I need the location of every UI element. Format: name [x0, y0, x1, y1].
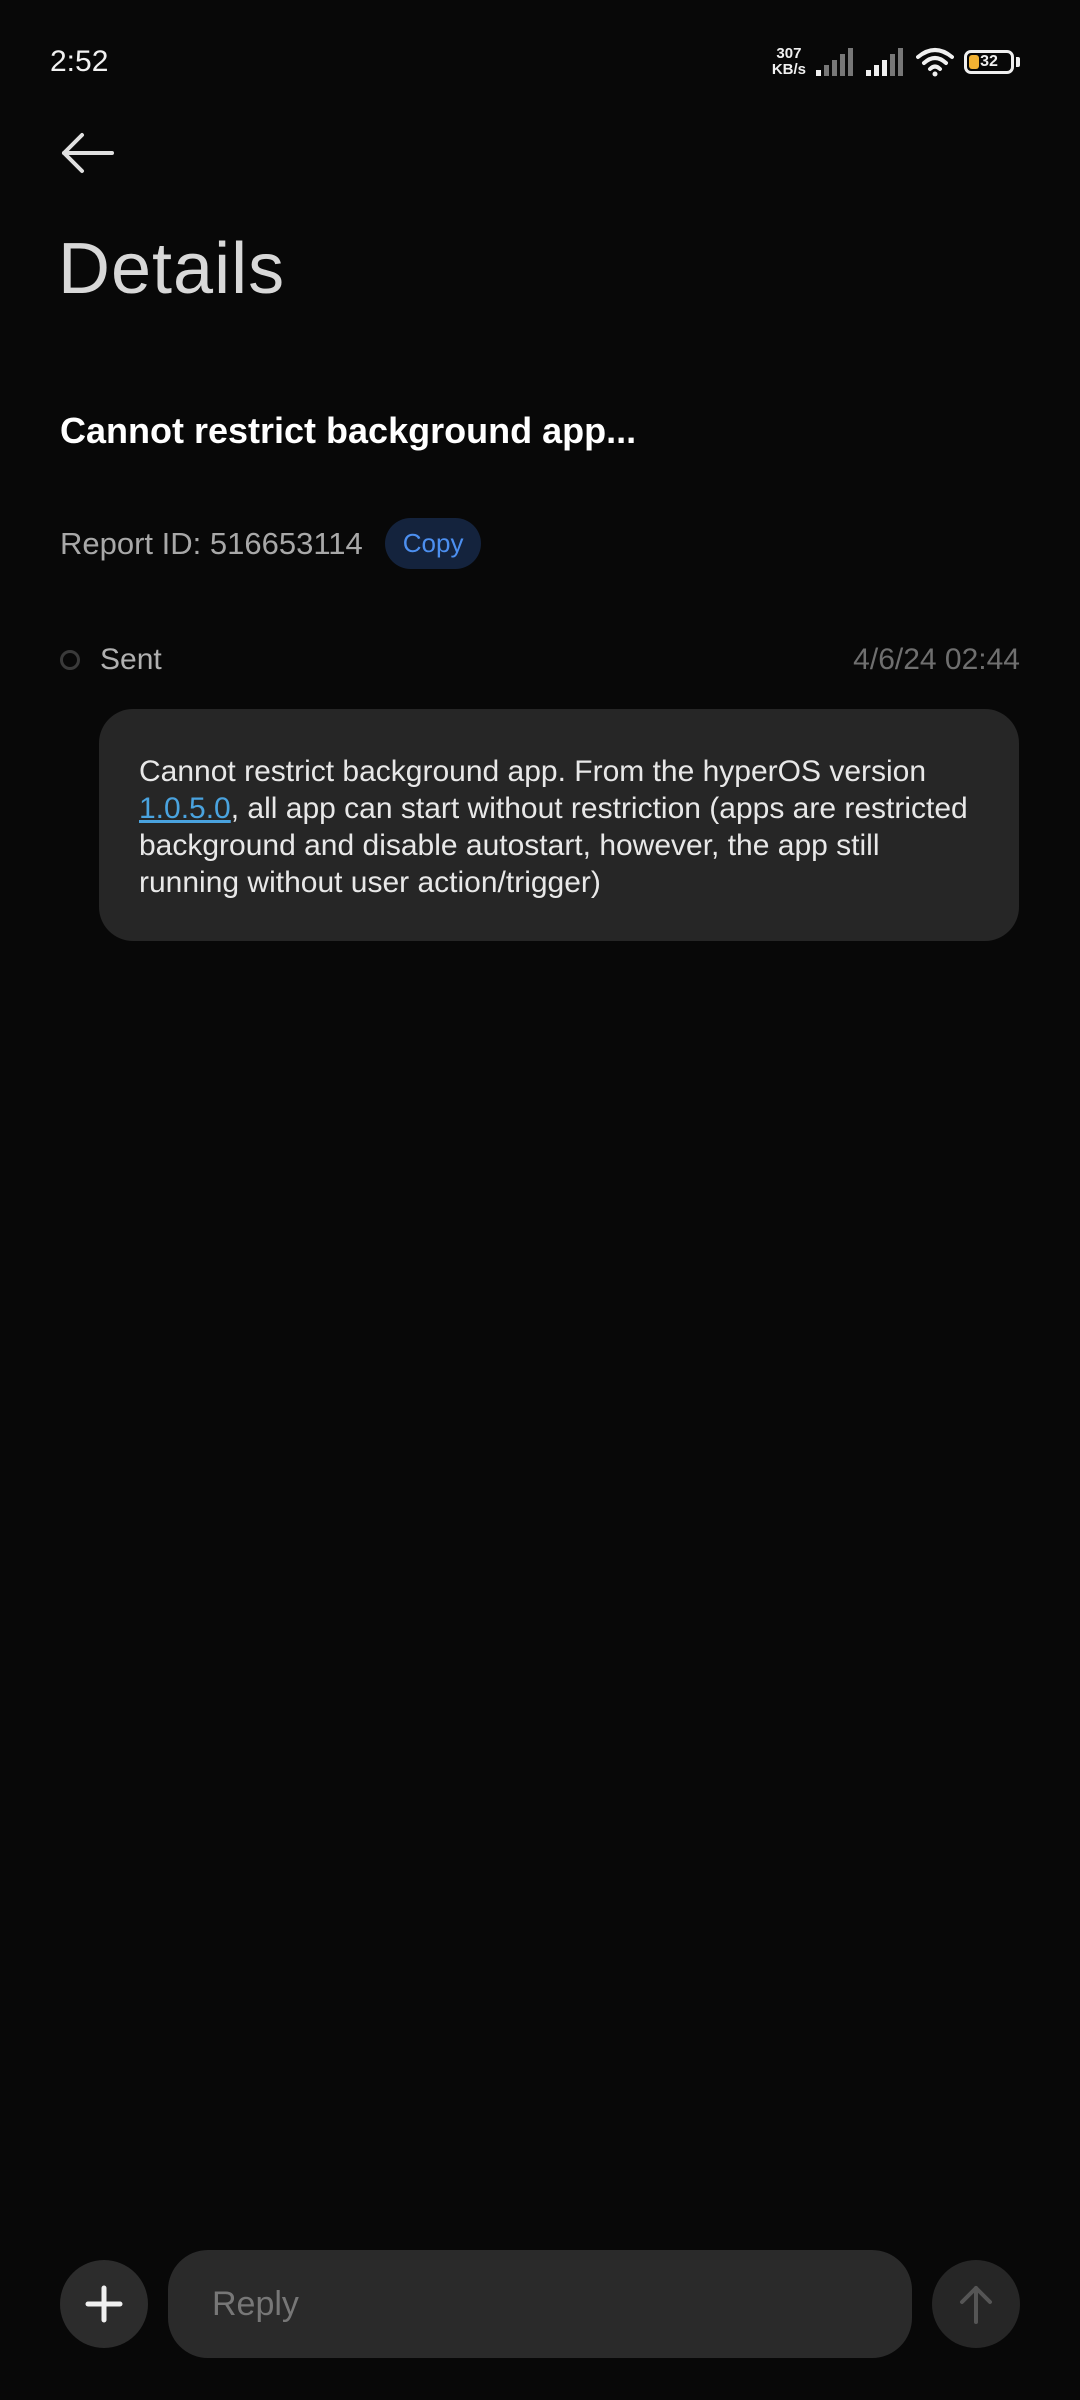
battery-tip [1016, 57, 1020, 67]
report-title: Cannot restrict background app... [60, 410, 637, 451]
send-button[interactable] [932, 2260, 1020, 2348]
arrow-up-icon [960, 2286, 992, 2324]
status-label: Sent [100, 643, 162, 676]
signal-icon-sim2 [866, 48, 906, 76]
status-dot-icon [60, 650, 80, 670]
net-speed: 307 KB/s [772, 46, 806, 78]
page-title: Details [58, 229, 286, 309]
status-icons: 307 KB/s 32 [772, 42, 1020, 82]
copy-button[interactable]: Copy [384, 518, 482, 569]
screen: 2:52 307 KB/s 32 Details Cannot restrict… [0, 0, 1080, 2400]
status-date: 4/6/24 02:44 [853, 643, 1020, 676]
back-button[interactable] [58, 128, 118, 178]
report-id-row: Report ID: 516653114 Copy [60, 518, 482, 569]
status-time: 2:52 [50, 45, 109, 78]
report-id: Report ID: 516653114 [60, 525, 363, 561]
wifi-icon [916, 47, 954, 77]
net-speed-value: 307 [776, 45, 802, 62]
battery-body: 32 [964, 50, 1014, 74]
battery-level: 32 [980, 53, 998, 70]
message-bubble: Cannot restrict background app. From the… [99, 709, 1019, 941]
reply-input[interactable]: Reply [168, 2250, 912, 2358]
arrow-left-icon [62, 133, 114, 173]
signal-icon-sim1 [816, 48, 856, 76]
timeline-entry: Sent 4/6/24 02:44 [60, 640, 1020, 680]
add-attachment-button[interactable] [60, 2260, 148, 2348]
version-link[interactable]: 1.0.5.0 [139, 792, 231, 825]
message-text-end: , all app can start without restriction … [139, 792, 968, 899]
net-speed-unit: KB/s [771, 61, 806, 78]
battery-fill [969, 55, 979, 69]
battery-icon: 32 [964, 50, 1020, 74]
message-text-start: Cannot restrict background app. From the… [139, 755, 927, 788]
plus-icon [85, 2285, 123, 2323]
